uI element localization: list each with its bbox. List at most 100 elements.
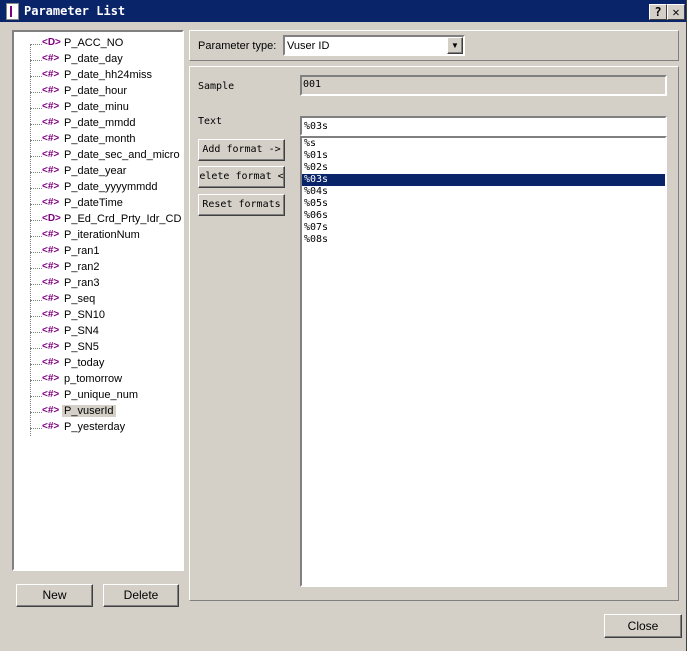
tree-item[interactable]: <#> P_date_month: [22, 132, 187, 148]
tree-item-label: P_date_year: [64, 165, 127, 177]
parameter-type-icon: <#>: [42, 421, 60, 432]
tree-connector: [30, 396, 42, 397]
parameter-type-icon: <#>: [42, 69, 60, 80]
tree-item[interactable]: <#> P_date_yyyymmdd: [22, 180, 187, 196]
tree-item[interactable]: <#> P_date_year: [22, 164, 187, 180]
tree-connector: [30, 220, 42, 221]
delete-button[interactable]: Delete: [103, 584, 179, 607]
tree-item[interactable]: <#> P_date_hour: [22, 84, 187, 100]
tree-item[interactable]: <#> P_unique_num: [22, 388, 187, 404]
tree-connector: [30, 44, 42, 45]
add-format-button[interactable]: Add format ->: [198, 139, 285, 161]
format-item[interactable]: %02s: [302, 162, 665, 174]
format-item[interactable]: %s: [302, 138, 665, 150]
tree-item[interactable]: <D> P_Ed_Crd_Prty_Idr_CD: [22, 212, 187, 228]
parameter-type-icon: <#>: [42, 325, 60, 336]
parameter-type-icon: <#>: [42, 405, 60, 416]
tree-item[interactable]: <D> P_ACC_NO: [22, 36, 187, 52]
tree-item-label: P_yesterday: [64, 421, 126, 433]
text-input[interactable]: %03s: [300, 116, 667, 136]
parameter-type-icon: <#>: [42, 133, 60, 144]
parameter-type-icon: <#>: [42, 261, 60, 272]
tree-item-label: P_SN10: [64, 309, 105, 321]
parameter-type-icon: <#>: [42, 165, 60, 176]
tree-connector: [30, 300, 42, 301]
tree-connector: [30, 268, 42, 269]
close-button[interactable]: Close: [604, 614, 682, 638]
parameter-type-icon: <#>: [42, 53, 60, 64]
tree-connector: [30, 316, 42, 317]
tree-connector: [30, 252, 42, 253]
reset-formats-button[interactable]: Reset formats: [198, 194, 285, 216]
tree-connector: [30, 412, 42, 413]
parameter-type-icon: <#>: [42, 357, 60, 368]
tree-connector: [30, 172, 42, 173]
parameter-type-icon: <#>: [42, 117, 60, 128]
tree-item-label: P_SN4: [64, 325, 99, 337]
format-item[interactable]: %04s: [302, 186, 665, 198]
tree-item-label: P_unique_num: [64, 389, 139, 401]
tree-item[interactable]: <#> P_SN10: [22, 308, 187, 324]
tree-connector: [30, 332, 42, 333]
new-button[interactable]: New: [16, 584, 93, 607]
tree-item-label: P_ran3: [64, 277, 100, 289]
tree-item[interactable]: <#> P_today: [22, 356, 187, 372]
parameter-type-select[interactable]: Vuser ID ▼: [283, 35, 465, 56]
tree-connector: [30, 348, 42, 349]
tree-item[interactable]: <#> P_ran3: [22, 276, 187, 292]
parameter-type-icon: <D>: [42, 213, 61, 224]
delete-format-button[interactable]: elete format <: [198, 166, 285, 188]
tree-item[interactable]: <#> P_ran1: [22, 244, 187, 260]
help-button[interactable]: ?: [649, 4, 667, 20]
sample-field: 001: [300, 75, 667, 96]
tree-item-label: P_SN5: [64, 341, 99, 353]
format-item[interactable]: %08s: [302, 234, 665, 246]
tree-connector: [30, 92, 42, 93]
tree-item[interactable]: <#> P_SN5: [22, 340, 187, 356]
format-item[interactable]: %01s: [302, 150, 665, 162]
tree-connector: [30, 60, 42, 61]
tree-item-label: P_date_day: [64, 53, 123, 65]
format-list[interactable]: %s %01s %02s %03s %04s %05s %06s %07s %08s: [300, 136, 667, 587]
tree-item-label: p_tomorrow: [64, 373, 123, 385]
sample-label: Sample: [198, 81, 235, 92]
parameter-type-icon: <D>: [42, 37, 61, 48]
tree-item[interactable]: <#> P_date_sec_and_micro: [22, 148, 187, 164]
tree-item[interactable]: <#> P_iterationNum: [22, 228, 187, 244]
tree-connector: [30, 108, 42, 109]
format-item[interactable]: %05s: [302, 198, 665, 210]
tree-item[interactable]: <#> P_yesterday: [22, 420, 187, 436]
parameter-type-icon: <#>: [42, 229, 60, 240]
tree-item-label: P_Ed_Crd_Prty_Idr_CD: [64, 213, 182, 225]
parameter-type-icon: <#>: [42, 293, 60, 304]
chevron-down-icon[interactable]: ▼: [447, 37, 463, 54]
parameter-tree[interactable]: <D> P_ACC_NO <#> P_date_day <#> P_date_hh24mi…: [12, 30, 184, 571]
window-title: Parameter List: [24, 4, 126, 18]
tree-item-label: P_date_sec_and_micro: [64, 149, 180, 161]
close-window-button[interactable]: ✕: [667, 4, 685, 20]
tree-item-label: P_iterationNum: [64, 229, 140, 241]
tree-item[interactable]: <#> p_tomorrow: [22, 372, 187, 388]
tree-item[interactable]: <#> P_date_hh24miss: [22, 68, 187, 84]
tree-connector: [30, 156, 42, 157]
format-item[interactable]: %06s: [302, 210, 665, 222]
parameter-type-icon: <#>: [42, 245, 60, 256]
tree-item[interactable]: <#> P_ran2: [22, 260, 187, 276]
tree-connector: [30, 188, 42, 189]
parameter-type-panel: Parameter type: Vuser ID ▼: [189, 30, 679, 61]
tree-item[interactable]: <#> P_dateTime: [22, 196, 187, 212]
tree-connector: [30, 428, 42, 429]
tree-item[interactable]: <#> P_seq: [22, 292, 187, 308]
tree-item[interactable]: <#> P_vuserId: [22, 404, 187, 420]
tree-item[interactable]: <#> P_date_day: [22, 52, 187, 68]
title-bar: Parameter List ? ✕: [0, 0, 686, 22]
tree-item-label: P_date_hh24miss: [64, 69, 153, 81]
tree-item[interactable]: <#> P_date_mmdd: [22, 116, 187, 132]
parameter-type-icon: <#>: [42, 389, 60, 400]
tree-item[interactable]: <#> P_SN4: [22, 324, 187, 340]
format-item[interactable]: %03s: [302, 174, 665, 186]
tree-item[interactable]: <#> P_date_minu: [22, 100, 187, 116]
tree-connector: [30, 204, 42, 205]
parameter-type-icon: <#>: [42, 373, 60, 384]
format-item[interactable]: %07s: [302, 222, 665, 234]
